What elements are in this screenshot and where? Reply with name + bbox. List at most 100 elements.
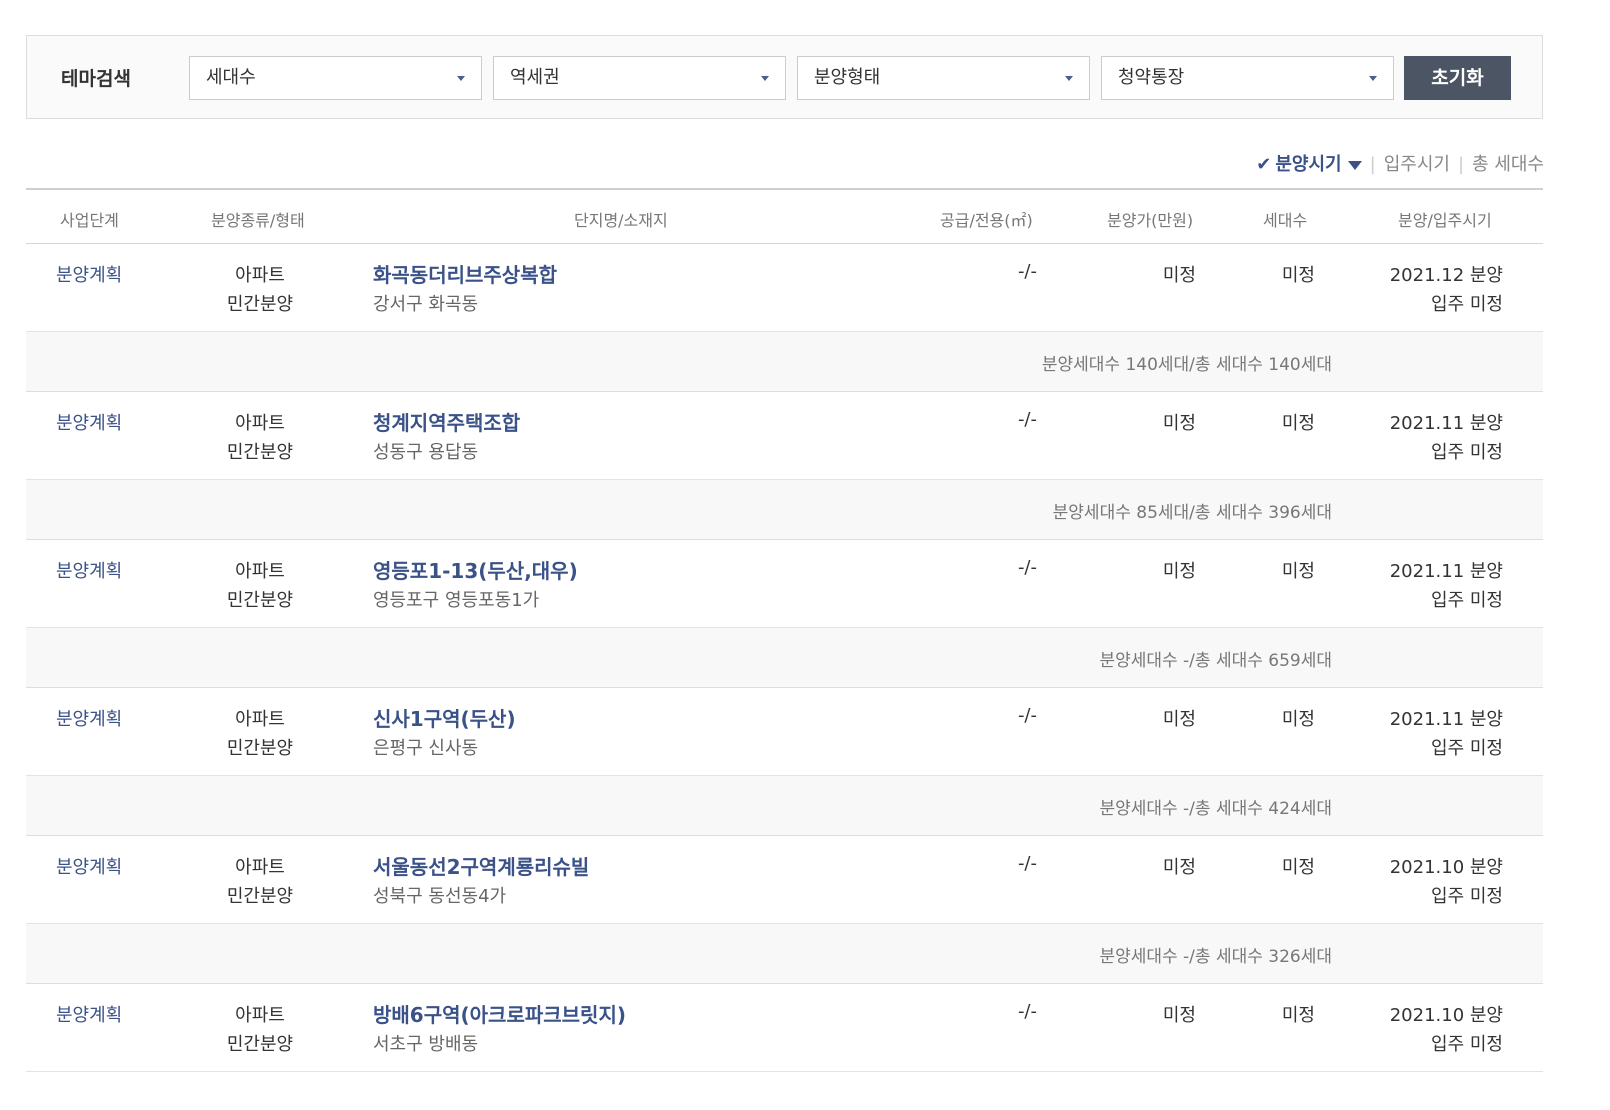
- row-complex-name[interactable]: 방배6구역(아크로파크브릿지): [373, 999, 626, 1028]
- row-complex-name[interactable]: 신사1구역(두산): [373, 703, 516, 732]
- row-units: 미정: [1281, 413, 1315, 434]
- row-type-building: 아파트: [235, 265, 285, 286]
- subscription-account-select[interactable]: 청약통장: [1101, 56, 1394, 100]
- row-type-building: 아파트: [235, 1005, 285, 1026]
- row-units: 미정: [1281, 1005, 1315, 1026]
- table-row[interactable]: 분양계획 아파트 민간분양 화곡동더리브주상복합 강서구 화곡동 -/- 미정 …: [26, 244, 1543, 332]
- row-sale-date: 2021.11 분양: [1389, 561, 1503, 582]
- sort-option-move-in[interactable]: 입주시기: [1384, 154, 1450, 175]
- row-price: 미정: [1162, 1005, 1196, 1026]
- sort-option-sale-date[interactable]: 분양시기: [1275, 154, 1341, 175]
- row-supply: -/-: [1017, 409, 1037, 430]
- sort-down-icon[interactable]: [1347, 160, 1362, 170]
- reset-button[interactable]: 초기화: [1404, 56, 1511, 100]
- row-type-sale: 민간분양: [226, 294, 294, 315]
- caret-down-icon: [761, 76, 769, 81]
- row-detail-text: 분양세대수 -/총 세대수 659세대: [1099, 651, 1332, 671]
- row-price: 미정: [1162, 561, 1196, 582]
- row-supply: -/-: [1017, 557, 1037, 578]
- row-type-building: 아파트: [235, 413, 285, 434]
- row-sale-date: 2021.11 분양: [1389, 709, 1503, 730]
- row-complex-name[interactable]: 화곡동더리브주상복합: [373, 259, 557, 288]
- row-detail: 분양세대수 -/총 세대수 326세대: [26, 924, 1543, 984]
- check-icon: ✔: [1256, 154, 1272, 175]
- row-price: 미정: [1162, 857, 1196, 878]
- subscription-account-select-value: 청약통장: [1118, 67, 1185, 88]
- row-type-building: 아파트: [235, 709, 285, 730]
- row-supply: -/-: [1017, 853, 1037, 874]
- row-move-in: 입주 미정: [1431, 442, 1503, 463]
- row-stage[interactable]: 분양계획: [56, 1001, 122, 1027]
- row-sale-date: 2021.11 분양: [1389, 413, 1503, 434]
- station-area-select[interactable]: 역세권: [493, 56, 786, 100]
- row-stage[interactable]: 분양계획: [56, 409, 122, 435]
- row-type: 아파트 민간분양: [220, 409, 300, 467]
- sort-divider: |: [1457, 154, 1465, 175]
- row-detail-text: 분양세대수 -/총 세대수 326세대: [1099, 947, 1332, 967]
- row-move-in: 입주 미정: [1431, 738, 1503, 759]
- row-complex-name[interactable]: 청계지역주택조합: [373, 407, 520, 436]
- row-detail-text: 분양세대수 140세대/총 세대수 140세대: [1041, 355, 1332, 375]
- row-date: 2021.12 분양 입주 미정: [1363, 261, 1503, 319]
- table-row[interactable]: 분양계획 아파트 민간분양 신사1구역(두산) 은평구 신사동 -/- 미정 미…: [26, 688, 1543, 776]
- header-stage: 사업단계: [60, 211, 119, 230]
- presale-table: 사업단계 분양종류/형태 단지명/소재지 공급/전용(㎡) 분양가(만원) 세대…: [26, 188, 1543, 1072]
- sort-option-total-units[interactable]: 총 세대수: [1472, 154, 1544, 175]
- row-type-building: 아파트: [235, 857, 285, 878]
- row-location: 은평구 신사동: [373, 738, 479, 759]
- row-location: 강서구 화곡동: [373, 294, 479, 315]
- row-stage[interactable]: 분양계획: [56, 261, 122, 287]
- station-area-select-value: 역세권: [510, 67, 560, 88]
- row-type: 아파트 민간분양: [220, 853, 300, 911]
- row-type: 아파트 민간분양: [220, 1001, 300, 1059]
- households-select[interactable]: 세대수: [189, 56, 482, 100]
- households-select-value: 세대수: [206, 67, 256, 88]
- row-location: 성동구 용답동: [373, 442, 479, 463]
- row-complex-name[interactable]: 영등포1-13(두산,대우): [373, 555, 578, 584]
- caret-down-icon: [1369, 76, 1377, 81]
- row-type: 아파트 민간분양: [220, 705, 300, 763]
- row-type-sale: 민간분양: [226, 1034, 294, 1055]
- table-row[interactable]: 분양계획 아파트 민간분양 서울동선2구역계룡리슈빌 성북구 동선동4가 -/-…: [26, 836, 1543, 924]
- header-type: 분양종류/형태: [211, 211, 305, 230]
- row-move-in: 입주 미정: [1431, 1034, 1503, 1055]
- table-row[interactable]: 분양계획 아파트 민간분양 방배6구역(아크로파크브릿지) 서초구 방배동 -/…: [26, 984, 1543, 1072]
- row-move-in: 입주 미정: [1431, 590, 1503, 611]
- theme-search-panel: 테마검색 세대수 역세권 분양형태 청약통장 초기화: [26, 35, 1543, 119]
- row-detail-text: 분양세대수 85세대/총 세대수 396세대: [1052, 503, 1332, 523]
- theme-search-label: 테마검색: [61, 68, 131, 90]
- row-units: 미정: [1281, 561, 1315, 582]
- row-units: 미정: [1281, 857, 1315, 878]
- row-date: 2021.11 분양 입주 미정: [1363, 705, 1503, 763]
- row-stage[interactable]: 분양계획: [56, 705, 122, 731]
- row-sale-date: 2021.10 분양: [1389, 1005, 1503, 1026]
- row-location: 서초구 방배동: [373, 1034, 479, 1055]
- row-detail-text: 분양세대수 -/총 세대수 424세대: [1099, 799, 1332, 819]
- row-stage[interactable]: 분양계획: [56, 853, 122, 879]
- sort-bar: ✔ 분양시기 | 입주시기 | 총 세대수: [1256, 150, 1544, 176]
- table-header: 사업단계 분양종류/형태 단지명/소재지 공급/전용(㎡) 분양가(만원) 세대…: [26, 188, 1543, 244]
- table-row[interactable]: 분양계획 아파트 민간분양 영등포1-13(두산,대우) 영등포구 영등포동1가…: [26, 540, 1543, 628]
- row-detail: 분양세대수 140세대/총 세대수 140세대: [26, 332, 1543, 392]
- row-type-sale: 민간분양: [226, 738, 294, 759]
- row-supply: -/-: [1017, 705, 1037, 726]
- caret-down-icon: [1065, 76, 1073, 81]
- row-move-in: 입주 미정: [1431, 294, 1503, 315]
- row-type: 아파트 민간분양: [220, 261, 300, 319]
- sale-type-select[interactable]: 분양형태: [797, 56, 1090, 100]
- row-date: 2021.11 분양 입주 미정: [1363, 557, 1503, 615]
- row-type-sale: 민간분양: [226, 442, 294, 463]
- row-move-in: 입주 미정: [1431, 886, 1503, 907]
- row-location: 영등포구 영등포동1가: [373, 590, 540, 611]
- header-supply: 공급/전용(㎡): [940, 211, 1033, 230]
- sort-divider: |: [1369, 154, 1376, 175]
- table-row[interactable]: 분양계획 아파트 민간분양 청계지역주택조합 성동구 용답동 -/- 미정 미정…: [26, 392, 1543, 480]
- row-supply: -/-: [1017, 261, 1037, 282]
- header-units: 세대수: [1263, 211, 1308, 230]
- row-complex-name[interactable]: 서울동선2구역계룡리슈빌: [373, 851, 589, 880]
- row-units: 미정: [1281, 265, 1315, 286]
- row-stage[interactable]: 분양계획: [56, 557, 122, 583]
- row-sale-date: 2021.10 분양: [1389, 857, 1503, 878]
- header-name: 단지명/소재지: [574, 211, 668, 230]
- row-type-building: 아파트: [235, 561, 285, 582]
